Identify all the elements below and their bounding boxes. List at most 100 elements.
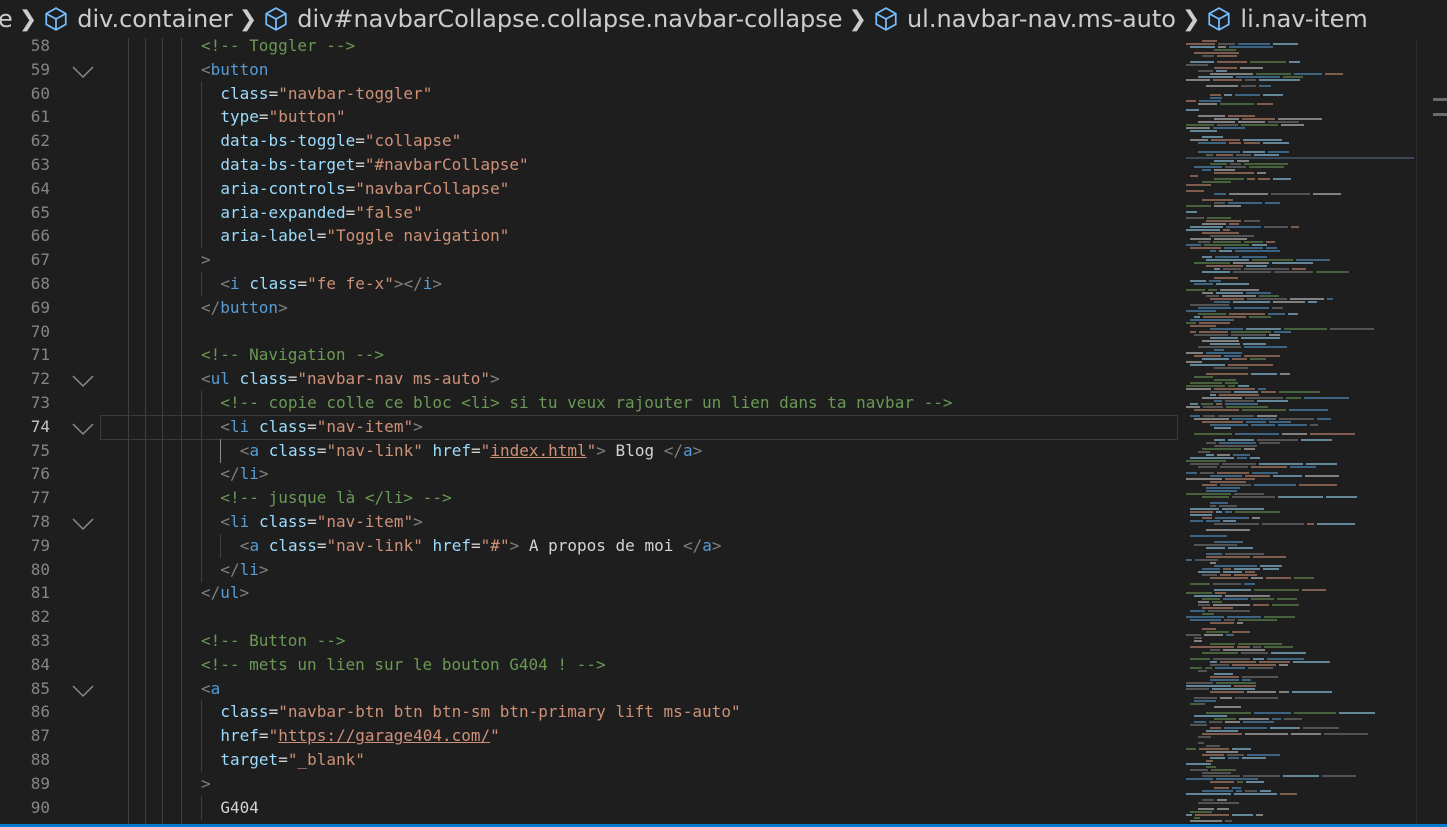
- code-text: <a class="nav-link" href="#"> A propos d…: [240, 534, 722, 558]
- fold-chevron-icon[interactable]: [72, 514, 94, 531]
- code-line[interactable]: 63 data-bs-target="#navbarCollapse": [0, 153, 1180, 177]
- code-line[interactable]: 70: [0, 319, 1180, 344]
- indent-guide: [145, 724, 146, 749]
- code-line[interactable]: 89 >: [0, 771, 1180, 796]
- minimap-code-segment: [1210, 391, 1231, 393]
- code-line[interactable]: 71 <!-- Navigation -->: [0, 343, 1180, 368]
- code-line[interactable]: 75 <a class="nav-link" href="index.html">…: [0, 438, 1180, 463]
- breadcrumb: e ❯ div.container ❯ div#navbarCollapse.colla…: [0, 0, 1447, 38]
- minimap-code-segment: [1214, 238, 1247, 240]
- indent-guide: [145, 771, 146, 796]
- minimap[interactable]: [1178, 38, 1416, 827]
- minimap-code-segment: [1218, 46, 1226, 48]
- minimap-code-segment: [1241, 85, 1256, 87]
- code-line[interactable]: 79 <a class="nav-link" href="#"> A propos…: [0, 533, 1180, 558]
- minimap-code-segment: [1254, 589, 1299, 591]
- minimap-code-segment: [1301, 439, 1332, 441]
- code-line[interactable]: 59 <button: [0, 57, 1180, 82]
- minimap-code-segment: [1225, 595, 1270, 597]
- code-line[interactable]: 82: [0, 605, 1180, 630]
- code-line[interactable]: 58 <!-- Toggler -->: [0, 38, 1180, 58]
- code-token: =: [307, 416, 317, 436]
- indent-guide: [201, 438, 202, 463]
- code-token: aria-label: [220, 226, 317, 246]
- code-line[interactable]: 83 <!-- Button -->: [0, 629, 1180, 653]
- code-token: >: [239, 583, 250, 603]
- minimap-code-segment: [1242, 757, 1266, 759]
- code-line[interactable]: 77 <!-- jusque là </li> -->: [0, 486, 1180, 511]
- indent-guide: [162, 105, 163, 130]
- code-line[interactable]: 64 aria-controls="navbarCollapse": [0, 176, 1180, 201]
- indent-guide: [181, 795, 182, 820]
- minimap-code-segment: [1202, 271, 1230, 273]
- code-token: class: [220, 83, 269, 103]
- indent-guide: [162, 81, 163, 106]
- code-token: button: [220, 297, 279, 317]
- indent-guide: [201, 391, 202, 415]
- fold-chevron-icon[interactable]: [72, 62, 94, 78]
- code-line[interactable]: 78 <li class="nav-item">: [0, 510, 1180, 534]
- indent-guide: [162, 486, 163, 511]
- breadcrumb-item[interactable]: e ❯: [0, 5, 47, 33]
- code-line[interactable]: 73 <!-- copie colle ce bloc <li> si tu ve…: [0, 391, 1180, 415]
- minimap-code-segment: [1194, 355, 1221, 357]
- code-token: <!-- mets un lien sur le bouton G404 ! -…: [201, 654, 606, 674]
- minimap-code-segment: [1225, 400, 1254, 402]
- fold-chevron-icon[interactable]: [72, 419, 94, 435]
- minimap-code-segment: [1223, 229, 1230, 231]
- minimap-code-segment: [1223, 598, 1248, 600]
- code-line[interactable]: 85 <a: [0, 676, 1180, 701]
- code-line[interactable]: 80 </li>: [0, 557, 1180, 582]
- breadcrumb-item[interactable]: div#navbarCollapse.collapse.navbar-colla…: [263, 5, 877, 33]
- code-line[interactable]: 81 </ul>: [0, 581, 1180, 606]
- minimap-code-segment: [1253, 658, 1264, 660]
- code-line[interactable]: 90 G404: [0, 795, 1180, 820]
- breadcrumb-item[interactable]: ul.navbar-nav.ms-auto ❯: [873, 5, 1210, 33]
- code-line[interactable]: 87 href="https://garage404.com/": [0, 724, 1180, 749]
- fold-chevron-icon[interactable]: [72, 681, 94, 697]
- code-line[interactable]: 62 data-bs-toggle="collapse": [0, 129, 1180, 154]
- line-number: 62: [30, 131, 50, 151]
- code-line[interactable]: 69 </button>: [0, 295, 1180, 320]
- code-line[interactable]: 68 <i class="fe fe-x"></i>: [0, 272, 1180, 296]
- code-line[interactable]: 76 </li>: [0, 462, 1180, 487]
- minimap-code-segment: [1226, 226, 1261, 228]
- code-line[interactable]: 72 <ul class="navbar-nav ms-auto">: [0, 367, 1180, 392]
- minimap-code-segment: [1292, 691, 1332, 693]
- fold-chevron-icon[interactable]: [72, 371, 94, 388]
- code-line[interactable]: 61 type="button": [0, 105, 1180, 130]
- minimap-code-segment: [1194, 595, 1222, 597]
- minimap-code-segment: [1253, 556, 1286, 558]
- indent-guide: [145, 557, 146, 582]
- minimap-code-segment: [1202, 40, 1217, 42]
- minimap-code-segment: [1236, 790, 1242, 792]
- minimap-code-segment: [1218, 415, 1254, 417]
- minimap-code-segment: [1280, 373, 1290, 375]
- indent-guide: [220, 438, 222, 463]
- code-line[interactable]: 67 >: [0, 248, 1180, 273]
- minimap-code-segment: [1214, 49, 1236, 51]
- minimap-code-segment: [1232, 814, 1253, 816]
- minimap-code-segment: [1214, 118, 1239, 120]
- code-line[interactable]: 74 <li class="nav-item">: [0, 414, 1180, 440]
- code-line[interactable]: 86 class="navbar-btn btn btn-sm btn-prima…: [0, 700, 1180, 725]
- code-token: index.html: [490, 440, 587, 460]
- minimap-code-segment: [1210, 622, 1234, 624]
- code-text: G404: [220, 796, 259, 820]
- code-line[interactable]: 60 class="navbar-toggler": [0, 81, 1180, 106]
- code-line[interactable]: 65 aria-expanded="false": [0, 200, 1180, 225]
- minimap-code-segment: [1246, 781, 1264, 783]
- code-token: class: [220, 702, 269, 722]
- code-line[interactable]: 88 target="_blank": [0, 748, 1180, 772]
- code-token: class: [249, 274, 298, 293]
- vertical-scrollbar[interactable]: [1416, 38, 1447, 827]
- breadcrumb-item[interactable]: li.nav-item: [1206, 5, 1368, 33]
- breadcrumb-item[interactable]: div.container ❯: [43, 5, 267, 33]
- minimap-code-segment: [1230, 163, 1241, 165]
- minimap-code-segment: [1256, 814, 1263, 816]
- code-line[interactable]: 84 <!-- mets un lien sur le bouton G404 !…: [0, 652, 1180, 677]
- minimap-code-segment: [1247, 298, 1287, 300]
- minimap-code-segment: [1190, 619, 1221, 621]
- code-line[interactable]: 66 aria-label="Toggle navigation": [0, 224, 1180, 249]
- minimap-code-segment: [1194, 316, 1200, 318]
